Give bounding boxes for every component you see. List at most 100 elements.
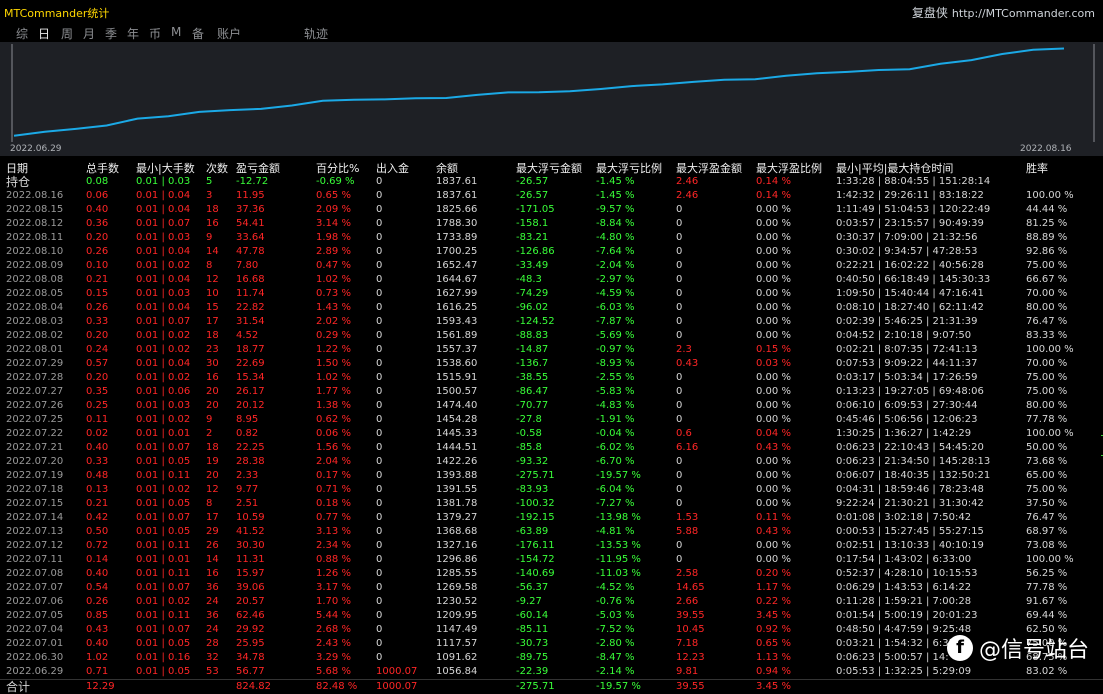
- tab-9[interactable]: 账户: [217, 25, 241, 42]
- cell-13: 75.00 %: [1026, 372, 1068, 383]
- cell-0: 2022.07.04: [6, 624, 64, 635]
- cell-0: 2022.07.22: [6, 428, 64, 439]
- cell-1: 0.20: [86, 330, 109, 341]
- brand-url[interactable]: http://MTCommander.com: [952, 7, 1095, 20]
- tab-7[interactable]: M: [171, 25, 181, 39]
- cell-0: 2022.07.07: [6, 582, 64, 593]
- cell-10: 39.55: [676, 610, 705, 621]
- cell-3: 36: [206, 582, 219, 593]
- cell-5: 0.62 %: [316, 414, 351, 425]
- cell-12: 1:11:49 | 51:04:53 | 120:22:49: [836, 204, 991, 215]
- cell-13: 77.78 %: [1026, 414, 1068, 425]
- cell-4: 9.77: [236, 484, 259, 495]
- cell-6: 0: [376, 526, 383, 537]
- cell-11: 0.00 %: [756, 316, 791, 327]
- cell-13: 68.97 %: [1026, 526, 1068, 537]
- cell-4: 28.38: [236, 456, 265, 467]
- cell-1: 0.20: [86, 372, 109, 383]
- cell-6: 0: [376, 218, 383, 229]
- cell-13: 83.33 %: [1026, 330, 1068, 341]
- table-row: 2022.07.20 0.33 0.01 | 0.05 19 28.38 2.04 % 0 1…: [0, 455, 1103, 469]
- cell-13: 50.00 %: [1026, 442, 1068, 453]
- tab-1[interactable]: 日: [38, 25, 50, 42]
- cell-4: 15.34: [236, 372, 265, 383]
- tab-8[interactable]: 备: [192, 25, 204, 42]
- cell-6: 0: [376, 176, 383, 187]
- table-row: 2022.08.12 0.36 0.01 | 0.07 16 54.41 3.14 % 0 1…: [0, 217, 1103, 231]
- cell-7: 1368.68: [436, 526, 478, 537]
- table-row: 2022.07.06 0.26 0.01 | 0.02 24 20.57 1.70 % 0 1…: [0, 595, 1103, 609]
- table-row: 2022.07.13 0.50 0.01 | 0.05 29 41.52 3.13 % 0 1…: [0, 525, 1103, 539]
- cell-7: 1557.37: [436, 344, 478, 355]
- cell-0: 2022.08.08: [6, 274, 64, 285]
- cell-9: -6.70 %: [596, 456, 635, 467]
- table-row: 2022.08.03 0.33 0.01 | 0.07 17 31.54 2.02 % 0 1…: [0, 315, 1103, 329]
- cell-11: 1.17 %: [756, 582, 791, 593]
- tab-4[interactable]: 季: [105, 25, 117, 42]
- table-row: 2022.08.02 0.20 0.01 | 0.02 18 4.52 0.29 % 0 15…: [0, 329, 1103, 343]
- cell-8: -192.15: [516, 512, 555, 523]
- cell-5: 2.09 %: [316, 204, 351, 215]
- cell-2: 0.01 | 0.02: [136, 596, 191, 607]
- table-row: 2022.08.16 0.06 0.01 | 0.04 3 11.95 0.65 % 0 18…: [0, 189, 1103, 203]
- cell-5: 0.73 %: [316, 288, 351, 299]
- cell-7: 1285.55: [436, 568, 478, 579]
- tab-2[interactable]: 周: [61, 25, 73, 42]
- cell-7: 1209.95: [436, 610, 478, 621]
- cell-5: 1.26 %: [316, 568, 351, 579]
- cell-8: -26.57: [516, 190, 549, 201]
- cell-0: 2022.07.08: [6, 568, 64, 579]
- cell-10: 0: [676, 316, 683, 327]
- cell-5: 1.43 %: [316, 302, 351, 313]
- cell-2: 0.01 | 0.04: [136, 302, 191, 313]
- cell-11: 0.00 %: [756, 246, 791, 257]
- table-row: 2022.06.29 0.71 0.01 | 0.05 53 56.77 5.68 % 10…: [0, 665, 1103, 679]
- cell-8: -171.05: [516, 204, 555, 215]
- cell-7: 1538.60: [436, 358, 478, 369]
- cell-10: 0: [676, 330, 683, 341]
- cell-4: 4.52: [236, 330, 259, 341]
- cell-1: 0.48: [86, 470, 109, 481]
- cell-4: 7.80: [236, 260, 259, 271]
- cell-1: 0.21: [86, 274, 109, 285]
- brand[interactable]: 复盘侠 http://MTCommander.com: [912, 4, 1095, 21]
- cell-0: 2022.08.10: [6, 246, 64, 257]
- cell-6: 0: [376, 610, 383, 621]
- cell-1: 0.42: [86, 512, 109, 523]
- cell-0: 2022.08.02: [6, 330, 64, 341]
- cell-0: 2022.07.29: [6, 358, 64, 369]
- total-row: 合计 12.29 824.82 82.48 % 1000.07 -275.71 -19.57…: [0, 679, 1103, 694]
- table-row: 2022.07.25 0.11 0.01 | 0.02 9 8.95 0.62 % 0 145…: [0, 413, 1103, 427]
- cell-12: 0:11:28 | 1:59:21 | 7:00:28: [836, 596, 972, 607]
- cell-8: -126.86: [516, 246, 555, 257]
- tab-3[interactable]: 月: [83, 25, 95, 42]
- cell-1: 0.25: [86, 400, 109, 411]
- cell-3: 5: [206, 176, 213, 187]
- cell-2: 0.01 | 0.07: [136, 218, 191, 229]
- cell-7: 1230.52: [436, 596, 478, 607]
- cell-5: 1.50 %: [316, 358, 351, 369]
- cell-2: 0.01 | 0.02: [136, 484, 191, 495]
- cell-8: -30.73: [516, 638, 549, 649]
- cell-1: 1.02: [86, 652, 109, 663]
- tab-0[interactable]: 综: [16, 25, 28, 42]
- cell-3: 19: [206, 456, 219, 467]
- cell-6: 0: [376, 442, 383, 453]
- cell-8: -83.93: [516, 484, 549, 495]
- tab-10[interactable]: 轨迹: [304, 25, 328, 42]
- cell-12: 0:00:53 | 15:27:45 | 55:27:15: [836, 526, 984, 537]
- cell-13: 69.44 %: [1026, 610, 1068, 621]
- cell-0: 2022.07.13: [6, 526, 64, 537]
- cell-9: -6.03 %: [596, 302, 635, 313]
- cell-12: 0:01:08 | 3:02:18 | 7:50:42: [836, 512, 972, 523]
- cell-7: 1454.28: [436, 414, 478, 425]
- cell-7: 1269.58: [436, 582, 478, 593]
- cell-11: 0.00 %: [756, 414, 791, 425]
- cell-3: 16: [206, 568, 219, 579]
- cell-12: 0:02:51 | 13:10:33 | 40:10:19: [836, 540, 984, 551]
- tab-5[interactable]: 年: [127, 25, 139, 42]
- tab-6[interactable]: 币: [149, 25, 161, 42]
- equity-chart: 2022.06.29 2022.08.16: [0, 42, 1103, 156]
- cell-3: 23: [206, 344, 219, 355]
- cell-3: 26: [206, 540, 219, 551]
